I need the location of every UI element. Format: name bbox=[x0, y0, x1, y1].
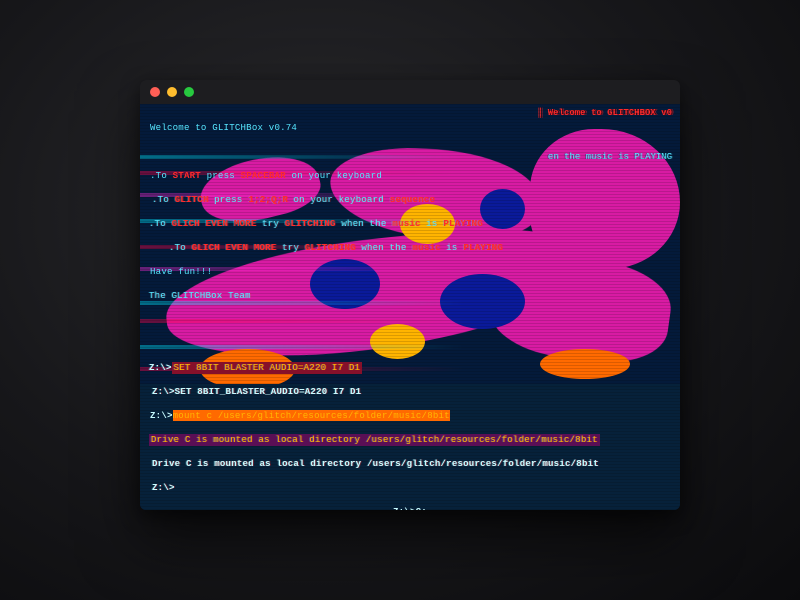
have-fun: Have fun!!! bbox=[150, 266, 670, 278]
zoom-icon[interactable] bbox=[184, 87, 194, 97]
welcome-line: Welcome to GLITCHBox v0.74 bbox=[150, 122, 670, 134]
prompt-empty: Z:\> bbox=[152, 482, 672, 494]
titlebar bbox=[140, 80, 680, 104]
close-icon[interactable] bbox=[150, 87, 160, 97]
window: ║ Welcome to GLITCHBOX v0 en the music i… bbox=[140, 80, 680, 510]
minimize-icon[interactable] bbox=[167, 87, 177, 97]
change-drive: Z:\>C: bbox=[150, 506, 670, 510]
terminal-output: Welcome to GLITCHBox v0.74 .To START pre… bbox=[140, 104, 680, 510]
team-line: The GLITCHBox Team bbox=[149, 290, 669, 302]
terminal[interactable]: ║ Welcome to GLITCHBOX v0 en the music i… bbox=[140, 104, 680, 510]
